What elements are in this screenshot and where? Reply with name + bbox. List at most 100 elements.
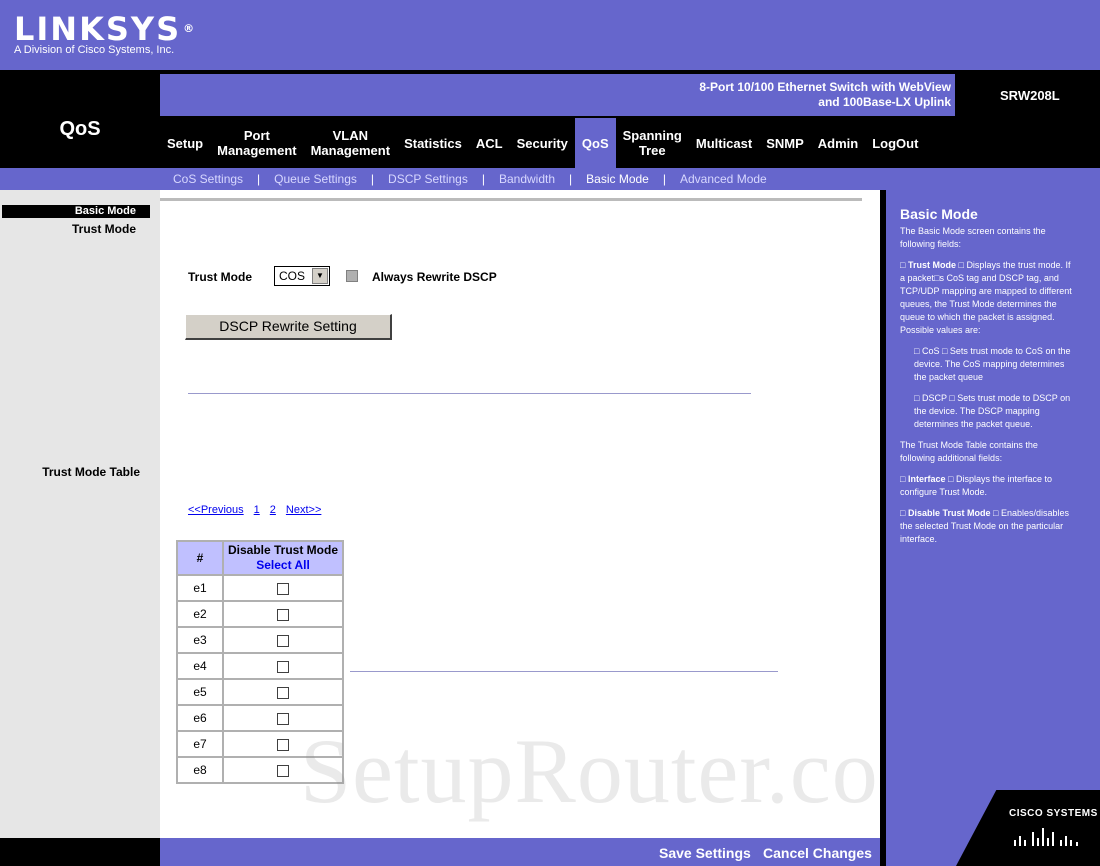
subtab-separator: |: [370, 172, 375, 186]
tab-security[interactable]: Security: [510, 118, 575, 168]
cancel-changes-button[interactable]: Cancel Changes: [763, 845, 872, 861]
product-name: 8-Port 10/100 Ethernet Switch with WebVi…: [699, 80, 951, 110]
linksys-logo: LINKSYS ® A Division of Cisco Systems, In…: [14, 12, 196, 56]
tab-spanning-tree[interactable]: Spanning Tree: [616, 118, 689, 168]
trust-mode-label: Trust Mode: [188, 270, 253, 284]
tab-acl[interactable]: ACL: [469, 118, 510, 168]
left-sidebar: Basic Mode Trust Mode Trust Mode Table: [0, 190, 160, 838]
help-desc: CoS □ Sets trust mode to CoS on the devi…: [914, 346, 1071, 382]
interface-cell: e4: [178, 654, 222, 678]
table-header-row: # Disable Trust Mode Select All: [178, 542, 342, 574]
help-intro: The Basic Mode screen contains the follo…: [900, 226, 1046, 249]
help-cos-item: □ CoS □ Sets trust mode to CoS on the de…: [900, 345, 1072, 384]
trust-mode-value: COS: [279, 269, 306, 283]
subtab-advanced-mode[interactable]: Advanced Mode: [680, 172, 767, 186]
help-dscp-item: □ DSCP □ Sets trust mode to DSCP on the …: [900, 392, 1072, 431]
tab-label: Admin: [817, 135, 859, 151]
help-content: Basic Mode The Basic Mode screen contain…: [900, 206, 1072, 554]
disable-cell: [224, 654, 342, 678]
disable-trust-mode-checkbox[interactable]: [277, 634, 289, 647]
bullet: □: [914, 346, 920, 356]
tab-port-management[interactable]: Port Management: [210, 118, 303, 168]
disable-trust-mode-checkbox[interactable]: [277, 660, 289, 673]
tab-label: ACL: [475, 135, 503, 151]
save-settings-button[interactable]: Save Settings: [659, 845, 751, 861]
subtab-cos-settings[interactable]: CoS Settings: [173, 172, 243, 186]
pager: <<Previous 1 2 Next>>: [188, 504, 321, 516]
disable-trust-mode-checkbox[interactable]: [277, 738, 289, 751]
always-rewrite-dscp-checkbox[interactable]: [346, 270, 358, 282]
select-all-link[interactable]: Select All: [224, 558, 342, 573]
subtab-basic-mode[interactable]: Basic Mode: [586, 172, 649, 186]
help-term: Interface: [907, 474, 946, 484]
disable-trust-mode-checkbox[interactable]: [277, 608, 289, 621]
tab-multicast[interactable]: Multicast: [689, 118, 759, 168]
subtab-separator: |: [569, 172, 573, 186]
bullet: □: [948, 474, 954, 484]
tab-setup[interactable]: Setup: [160, 118, 210, 168]
dscp-rewrite-setting-button[interactable]: DSCP Rewrite Setting: [185, 314, 392, 340]
trust-mode-select[interactable]: COS ▼: [274, 266, 330, 286]
subtab-separator: |: [662, 172, 666, 186]
chevron-down-icon[interactable]: ▼: [312, 268, 328, 284]
sidebar-item-basic-mode: Basic Mode: [2, 205, 150, 218]
help-term: Trust Mode: [907, 260, 956, 270]
interface-cell: e5: [178, 680, 222, 704]
interface-cell: e1: [178, 576, 222, 600]
always-rewrite-dscp-label: Always Rewrite DSCP: [372, 270, 497, 284]
bullet: □: [900, 508, 906, 518]
cisco-logo-text: CISCO SYSTEMS: [1009, 808, 1098, 819]
header-banner: LINKSYS ® A Division of Cisco Systems, In…: [0, 0, 1100, 70]
table-row: e4: [178, 654, 342, 678]
tab-admin[interactable]: Admin: [811, 118, 865, 168]
main-tabs: Setup Port Management VLAN Management Stat…: [160, 118, 925, 168]
help-term: Disable Trust Mode: [907, 508, 991, 518]
pager-next-link[interactable]: Next>>: [286, 504, 321, 516]
interface-cell: e7: [178, 732, 222, 756]
column-header-disable-trust-mode: Disable Trust Mode Select All: [224, 542, 342, 574]
tab-vlan-management[interactable]: VLAN Management: [304, 118, 397, 168]
tab-label: Setup: [167, 135, 204, 151]
pager-page-1-link[interactable]: 1: [254, 504, 260, 516]
tab-label: QoS: [581, 135, 609, 151]
disable-cell: [224, 680, 342, 704]
tab-label: Port: [243, 128, 270, 143]
brand-subtitle: A Division of Cisco Systems, Inc.: [14, 44, 175, 56]
tab-logout[interactable]: LogOut: [865, 118, 925, 168]
bullet: □: [993, 508, 999, 518]
brand-name: LINKSYS: [14, 10, 182, 48]
subtab-queue-settings[interactable]: Queue Settings: [274, 172, 357, 186]
disable-trust-mode-checkbox[interactable]: [277, 582, 289, 595]
column-header-number: #: [178, 542, 222, 574]
disable-trust-mode-checkbox[interactable]: [277, 764, 289, 777]
disable-cell: [224, 576, 342, 600]
product-line2: and 100Base-LX Uplink: [818, 95, 951, 109]
disable-cell: [224, 602, 342, 626]
section-title: QoS: [59, 118, 101, 140]
bullet: □: [900, 474, 906, 484]
subtab-separator: |: [481, 172, 485, 186]
pager-previous-link[interactable]: <<Previous: [188, 504, 244, 516]
interface-cell: e8: [178, 758, 222, 782]
cisco-bridge-icon: [1014, 828, 1078, 846]
sidebar-item-trust-mode-table: Trust Mode Table: [42, 465, 140, 479]
pager-page-2-link[interactable]: 2: [270, 504, 276, 516]
help-title: Basic Mode: [900, 206, 978, 222]
help-table-intro: The Trust Mode Table contains the follow…: [900, 440, 1038, 463]
subtab-dscp-settings[interactable]: DSCP Settings: [388, 172, 468, 186]
tab-statistics[interactable]: Statistics: [397, 118, 469, 168]
disable-trust-mode-checkbox[interactable]: [277, 712, 289, 725]
help-panel: Basic Mode The Basic Mode screen contain…: [880, 190, 1100, 866]
tab-qos[interactable]: QoS: [574, 118, 616, 168]
tab-snmp[interactable]: SNMP: [759, 118, 811, 168]
subtab-bandwidth[interactable]: Bandwidth: [499, 172, 555, 186]
tab-label: VLAN: [332, 128, 369, 143]
tab-label: SNMP: [766, 135, 804, 151]
interface-cell: e2: [178, 602, 222, 626]
interface-cell: e6: [178, 706, 222, 730]
divider: [350, 671, 778, 672]
table-row: e2: [178, 602, 342, 626]
product-box: 8-Port 10/100 Ethernet Switch with WebVi…: [160, 74, 955, 116]
product-line1: 8-Port 10/100 Ethernet Switch with WebVi…: [699, 80, 951, 94]
disable-trust-mode-checkbox[interactable]: [277, 686, 289, 699]
